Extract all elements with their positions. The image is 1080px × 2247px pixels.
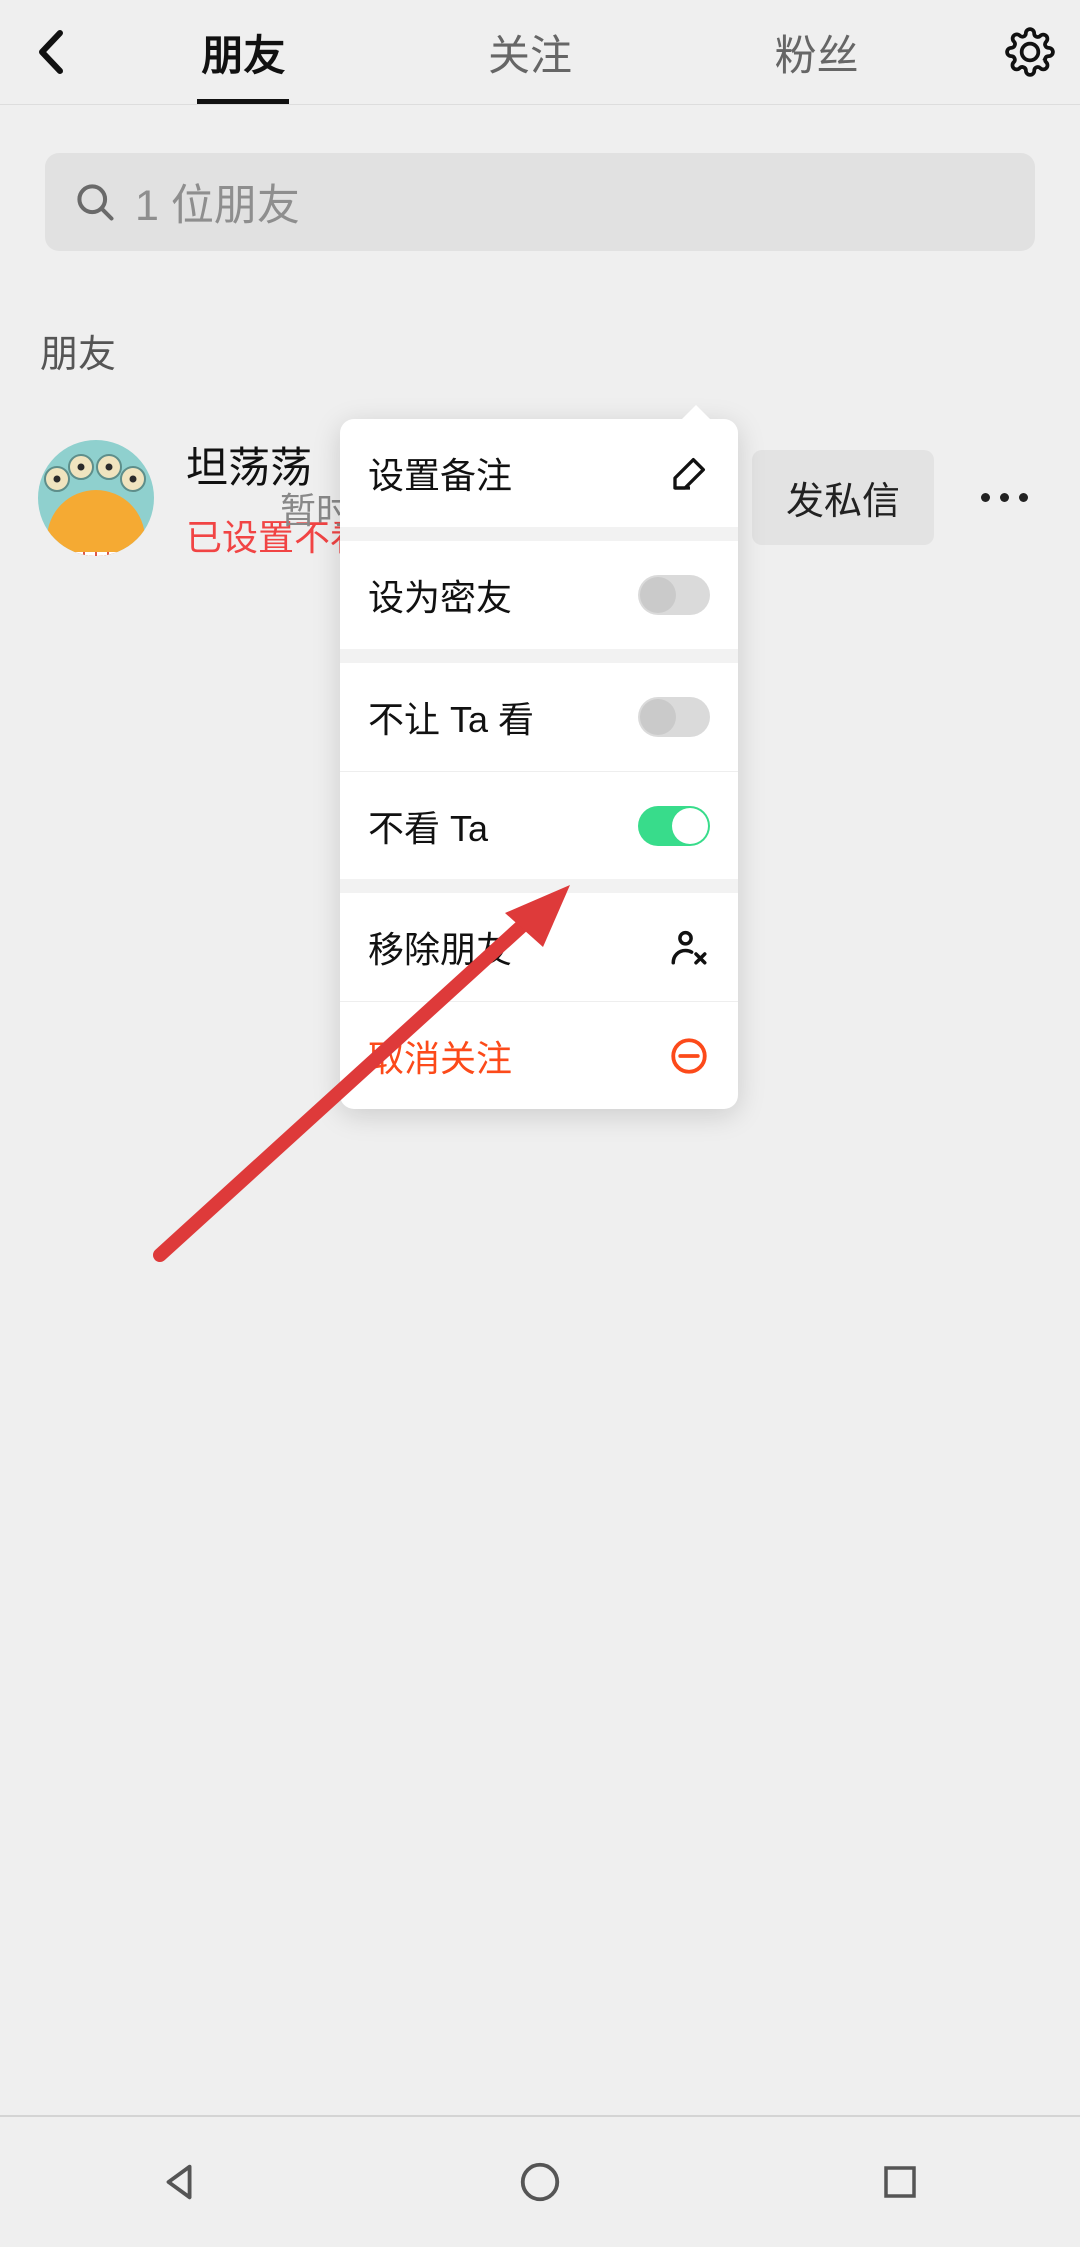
- pencil-icon: [670, 453, 710, 493]
- search-input[interactable]: 1 位朋友: [45, 153, 1035, 251]
- person-remove-icon: [668, 926, 710, 968]
- popover-block-view-label: 不让 Ta 看: [368, 691, 534, 743]
- more-button[interactable]: [966, 493, 1042, 502]
- friend-options-popover: 设置备注 设为密友 不让 Ta 看 不看 Ta 移除朋友 取消关注: [340, 419, 738, 1109]
- square-recent-icon: [879, 2161, 921, 2203]
- nav-home-button[interactable]: [510, 2152, 570, 2212]
- back-button[interactable]: [0, 0, 100, 104]
- popover-hide-posts[interactable]: 不看 Ta: [340, 771, 738, 879]
- popover-hide-posts-label: 不看 Ta: [368, 800, 488, 852]
- popover-set-remark[interactable]: 设置备注: [340, 419, 738, 527]
- chevron-left-icon: [36, 29, 64, 75]
- toggle-block-view[interactable]: [638, 697, 710, 737]
- tab-friends[interactable]: 朋友: [197, 0, 289, 104]
- gear-icon: [1005, 27, 1055, 77]
- system-navbar: [0, 2115, 1080, 2247]
- tab-following[interactable]: 关注: [484, 0, 576, 104]
- popover-set-remark-label: 设置备注: [368, 447, 512, 499]
- header-tabs: 朋友 关注 粉丝: [100, 0, 980, 104]
- minus-circle-icon: [668, 1035, 710, 1077]
- settings-button[interactable]: [980, 0, 1080, 104]
- toggle-close-friend[interactable]: [638, 575, 710, 615]
- dots-icon: [981, 493, 990, 502]
- popover-remove-friend[interactable]: 移除朋友: [340, 893, 738, 1001]
- app-header: 朋友 关注 粉丝: [0, 0, 1080, 105]
- section-label-friends: 朋友: [0, 273, 1080, 390]
- popover-close-friend[interactable]: 设为密友: [340, 541, 738, 649]
- tab-followers[interactable]: 粉丝: [771, 0, 863, 104]
- search-placeholder: 1 位朋友: [135, 171, 300, 233]
- popover-unfollow-label: 取消关注: [368, 1030, 512, 1082]
- search-icon: [73, 180, 117, 224]
- avatar[interactable]: [38, 440, 154, 556]
- send-message-button[interactable]: 发私信: [752, 450, 934, 545]
- nav-back-button[interactable]: [150, 2152, 210, 2212]
- triangle-back-icon: [157, 2159, 203, 2205]
- circle-home-icon: [517, 2159, 563, 2205]
- nav-recent-button[interactable]: [870, 2152, 930, 2212]
- popover-block-view[interactable]: 不让 Ta 看: [340, 663, 738, 771]
- popover-close-friend-label: 设为密友: [368, 569, 512, 621]
- search-container: 1 位朋友: [0, 105, 1080, 273]
- toggle-hide-posts[interactable]: [638, 806, 710, 846]
- popover-unfollow[interactable]: 取消关注: [340, 1001, 738, 1109]
- popover-remove-friend-label: 移除朋友: [368, 921, 512, 973]
